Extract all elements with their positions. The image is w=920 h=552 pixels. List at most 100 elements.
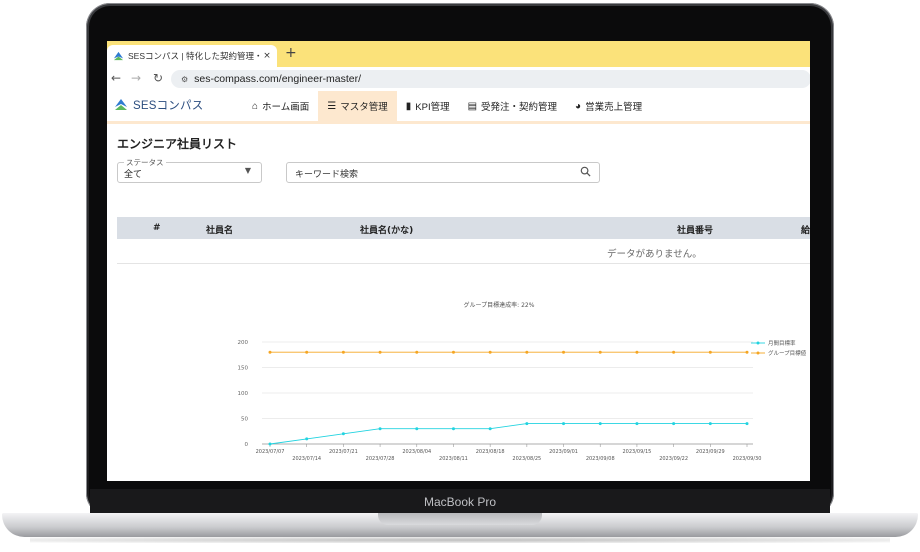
keyword-search-input[interactable]: キーワード検索 (286, 162, 600, 183)
new-tab-button[interactable]: + (285, 45, 297, 61)
data-point (525, 422, 529, 426)
data-point (305, 350, 309, 354)
data-point (745, 350, 749, 354)
back-icon[interactable]: ← (111, 71, 121, 85)
data-point (305, 437, 309, 441)
data-point (562, 422, 566, 426)
menu-item-orders[interactable]: ▤ 受発注・契約管理 (459, 91, 566, 121)
menu-item-kpi[interactable]: ▮ KPI管理 (397, 91, 459, 121)
chart-grid (262, 341, 753, 445)
data-point (635, 422, 639, 426)
forward-icon[interactable]: → (131, 71, 141, 85)
x-tick-label: 2023/07/28 (366, 456, 395, 462)
y-tick-label: 50 (241, 417, 248, 423)
main-menu: ⌂ ホーム画面 ☰ マスタ管理 ▮ KPI管理 ▤ 受発注・契約管理 ◕ 営業売上管理 (243, 91, 651, 121)
column-header-name[interactable]: 社員名 (206, 223, 233, 236)
documents-icon: ▤ (467, 100, 478, 112)
table-header: # 社員名 社員名(かな) 社員番号 給 (117, 217, 810, 239)
y-tick-label: 200 (238, 340, 249, 346)
bar-chart-icon: ▮ (405, 100, 412, 112)
series-line-0 (269, 423, 747, 445)
address-bar-row: ← → ↻ ⚙ ses-compass.com/engineer-master/ (107, 67, 810, 92)
pie-chart-icon: ◕ (575, 100, 582, 112)
home-icon: ⌂ (252, 100, 259, 112)
data-point (488, 427, 492, 431)
url-text: ses-compass.com/engineer-master/ (194, 73, 362, 85)
browser-tab[interactable]: SESコンパス | 特化した契約管理・案 × (107, 45, 277, 67)
legend-label: グループ目標値 (768, 349, 807, 357)
x-tick-label: 2023/09/22 (659, 456, 688, 462)
legend-marker (756, 341, 760, 345)
data-point (378, 350, 382, 354)
caret-down-icon: ▼ (244, 166, 251, 175)
site-favicon-icon (113, 51, 124, 60)
chart-x-axis: 2023/07/07 2023/07/14 2023/07/21 2023/07/28… (256, 444, 762, 462)
x-tick-label: 2023/08/11 (439, 456, 468, 462)
data-point (341, 350, 345, 354)
status-select[interactable]: ステータス 全て ▼ (117, 157, 262, 183)
tab-title: SESコンパス | 特化した契約管理・案 (128, 51, 261, 61)
x-tick-label: 2023/07/07 (256, 449, 285, 455)
data-point (635, 350, 639, 354)
empty-message: データがありません。 (607, 249, 702, 260)
app-logo[interactable]: SESコンパス (113, 97, 203, 113)
chart-series (268, 350, 749, 446)
data-point (451, 350, 455, 354)
y-tick-label: 0 (245, 442, 249, 448)
tab-strip: SESコンパス | 特化した契約管理・案 × + (107, 41, 810, 67)
legend-label: 月間目標率 (768, 339, 796, 347)
x-tick-label: 2023/08/25 (512, 456, 541, 462)
url-field[interactable]: ⚙ ses-compass.com/engineer-master/ (171, 70, 810, 88)
chart-legend: 月間目標率グループ目標値 (751, 339, 807, 357)
data-point (268, 442, 272, 446)
data-point (451, 427, 455, 431)
column-header-employee-number[interactable]: 社員番号 (677, 223, 713, 236)
page-title: エンジニア社員リスト (117, 137, 238, 151)
menu-item-master[interactable]: ☰ マスタ管理 (318, 91, 397, 121)
column-header-salary[interactable]: 給 (801, 223, 810, 236)
column-header-index[interactable]: # (153, 223, 161, 233)
x-tick-label: 2023/07/14 (292, 456, 321, 462)
data-point (708, 422, 712, 426)
site-info-icon[interactable]: ⚙ (181, 75, 188, 84)
data-point (708, 350, 712, 354)
close-tab-icon[interactable]: × (261, 51, 273, 61)
x-tick-label: 2023/09/08 (586, 456, 615, 462)
x-tick-label: 2023/09/29 (696, 449, 725, 455)
x-tick-label: 2023/08/04 (402, 449, 431, 455)
x-tick-label: 2023/07/21 (329, 449, 358, 455)
app-header: SESコンパス ⌂ ホーム画面 ☰ マスタ管理 ▮ KPI管理 ▤ 受発注・契約管理 ◕… (107, 91, 810, 124)
status-value: 全て (124, 170, 143, 180)
y-tick-label: 150 (238, 366, 249, 372)
data-point (415, 427, 419, 431)
data-point (598, 350, 602, 354)
chart-title: グループ目標達成率: 22% (464, 301, 535, 309)
reload-icon[interactable]: ↻ (153, 71, 163, 85)
data-point (268, 350, 272, 354)
data-point (672, 350, 676, 354)
data-point (598, 422, 602, 426)
x-tick-label: 2023/09/30 (733, 456, 762, 462)
x-tick-label: 2023/09/01 (549, 449, 578, 455)
chart-y-axis: 200 150 100 50 0 (238, 340, 249, 448)
data-point (562, 350, 566, 354)
legend-marker (756, 351, 760, 355)
data-point (745, 422, 749, 426)
x-tick-label: 2023/09/15 (623, 449, 652, 455)
data-point (525, 350, 529, 354)
menu-item-home[interactable]: ⌂ ホーム画面 (243, 91, 318, 121)
data-point (488, 350, 492, 354)
x-tick-label: 2023/08/18 (476, 449, 505, 455)
brand-label: MacBook Pro (423, 495, 497, 509)
data-point (378, 427, 382, 431)
table-body: データがありません。 (117, 239, 810, 264)
column-header-name-kana[interactable]: 社員名(かな) (360, 223, 413, 236)
browser-window: SESコンパス | 特化した契約管理・案 × + ← → ↻ ⚙ ses-com… (107, 41, 810, 481)
data-point (341, 432, 345, 436)
search-icon[interactable] (580, 166, 591, 177)
laptop-notch (378, 513, 542, 525)
goal-achievement-chart: グループ目標達成率: 22% 200150100500 2023/07/0720… (238, 301, 807, 462)
database-icon: ☰ (327, 100, 337, 112)
menu-item-sales[interactable]: ◕ 営業売上管理 (566, 91, 651, 121)
data-point (415, 350, 419, 354)
